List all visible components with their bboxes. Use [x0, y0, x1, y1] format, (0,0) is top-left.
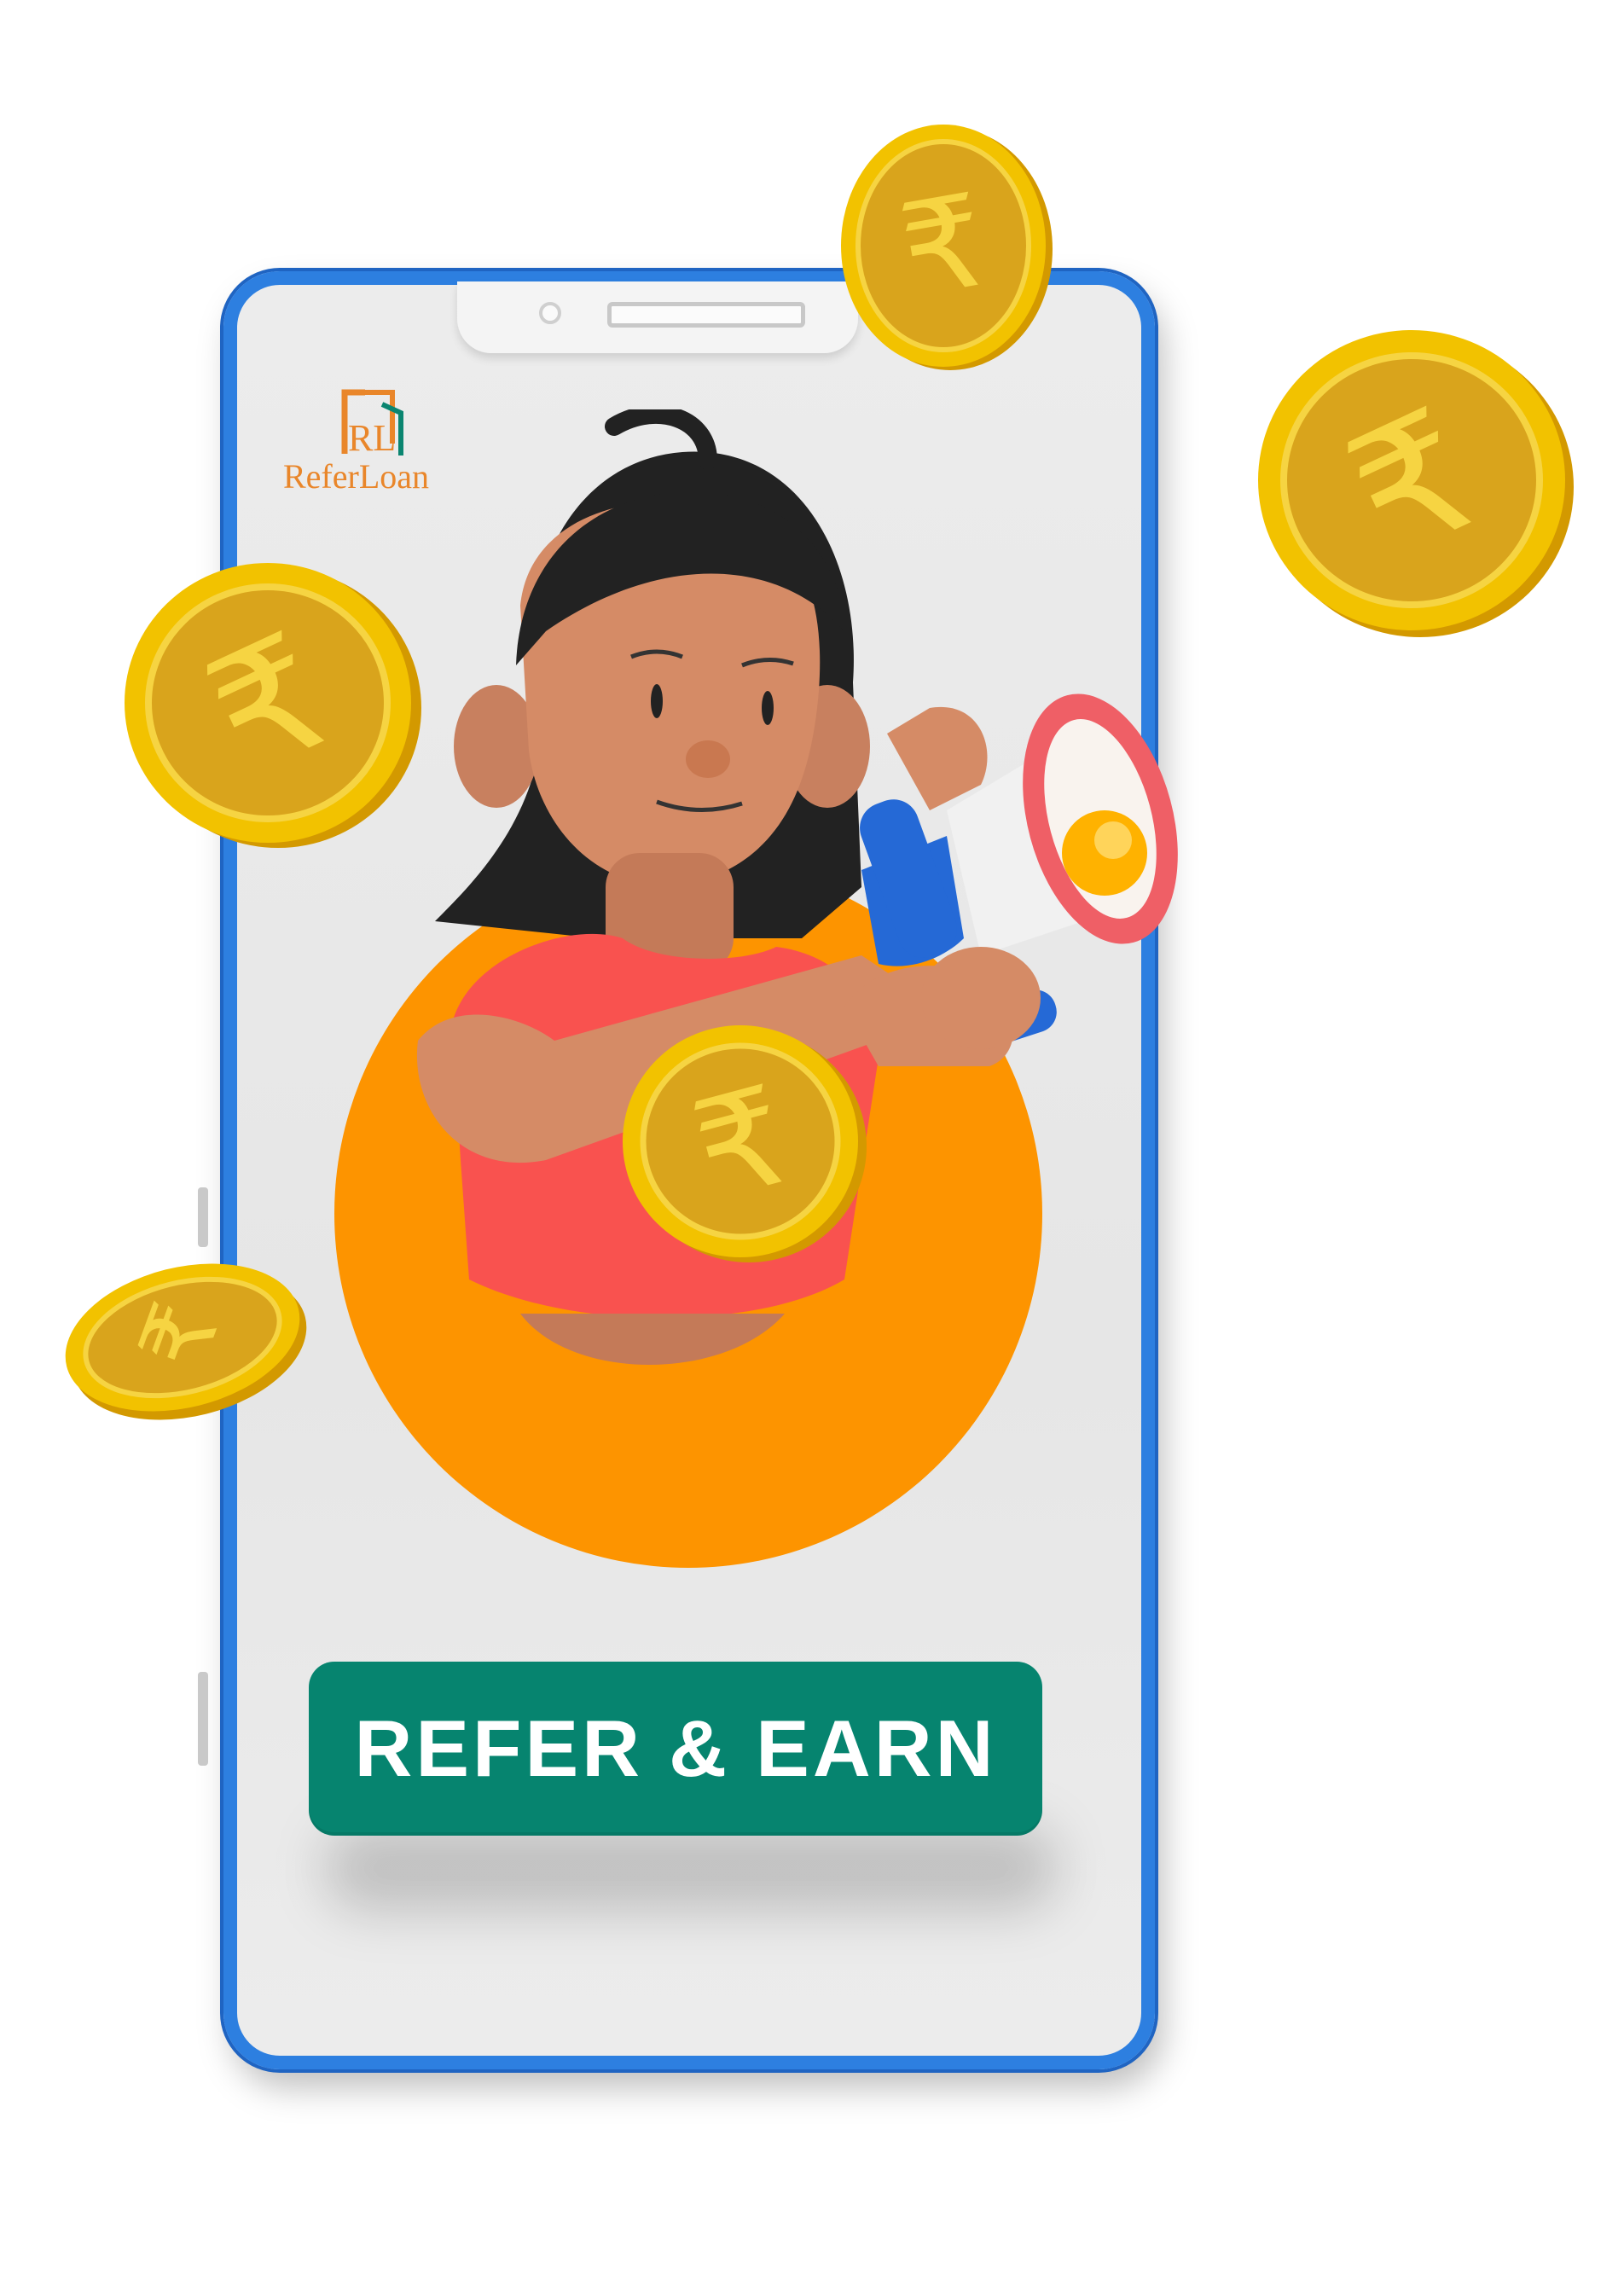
- rupee-coin-icon: ₹: [623, 1025, 867, 1262]
- rupee-coin-icon: ₹: [65, 1263, 307, 1420]
- rupee-coin-icon: ₹: [841, 125, 1053, 370]
- phone-side-button: [198, 1187, 208, 1247]
- refer-and-earn-button[interactable]: REFER & EARN: [309, 1662, 1042, 1836]
- refer-and-earn-label: REFER & EARN: [354, 1703, 997, 1793]
- rupee-coin-icon: ₹: [125, 563, 421, 848]
- woman-with-megaphone-illustration: [416, 409, 1178, 1365]
- phone-speaker: [607, 302, 805, 328]
- cta-shadow: [324, 1825, 1058, 1911]
- phone-side-button: [198, 1672, 208, 1766]
- promo-artwork: RL ReferLoan ₹ ₹ ₹ ₹ ₹ REFER & EARN: [0, 0, 1624, 2292]
- rupee-coin-icon: ₹: [1258, 330, 1574, 637]
- logo-monogram: RL: [348, 417, 396, 459]
- phone-camera: [539, 302, 561, 324]
